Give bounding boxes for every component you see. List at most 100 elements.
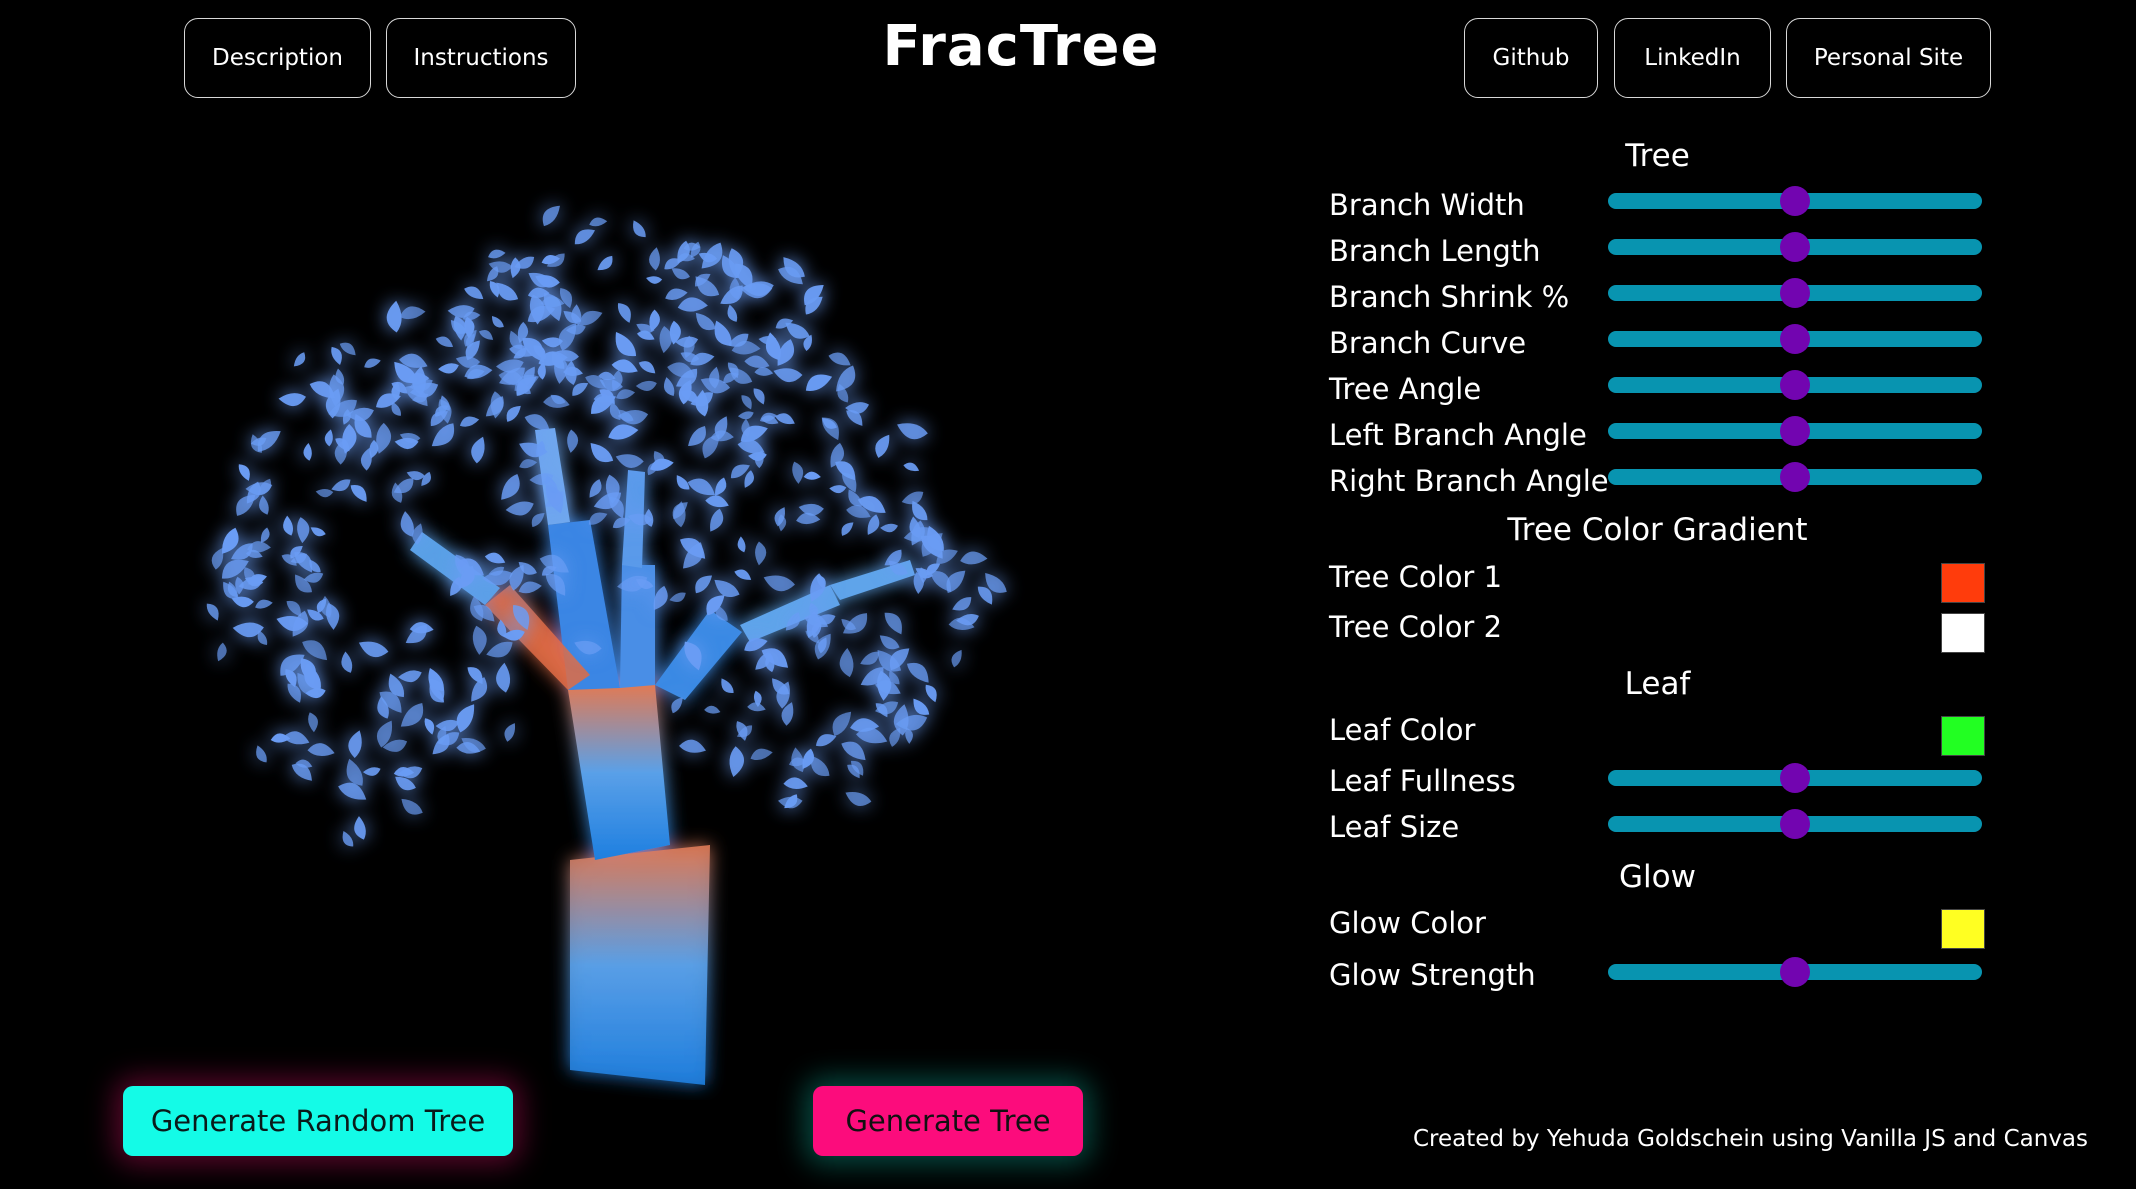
leaf — [464, 286, 484, 299]
leaf — [687, 478, 716, 496]
leaf-size-slider[interactable] — [1608, 809, 1982, 839]
leaf-fullness-label: Leaf Fullness — [1329, 764, 1516, 798]
leaf — [615, 454, 644, 468]
leaf-fullness-slider[interactable] — [1608, 763, 1982, 793]
leaf — [663, 377, 675, 396]
github-button[interactable]: Github — [1464, 18, 1598, 98]
leaf — [531, 513, 545, 528]
glow-strength-slider[interactable] — [1608, 957, 1982, 987]
tree-section-title: Tree — [1625, 138, 1690, 174]
leaf — [829, 485, 847, 494]
branch-curve-slider[interactable] — [1608, 324, 1982, 354]
slider-thumb[interactable] — [1780, 462, 1810, 492]
linkedin-button[interactable]: LinkedIn — [1614, 18, 1771, 98]
leaf — [303, 443, 312, 461]
leaf — [472, 625, 487, 655]
leaf — [398, 670, 422, 683]
leaf — [649, 247, 660, 271]
leaf — [821, 417, 839, 441]
leaf — [875, 434, 890, 458]
leaf — [617, 303, 631, 323]
leaf — [310, 527, 326, 537]
leaf-color-swatch[interactable] — [1941, 716, 1985, 756]
branch-shrink-slider[interactable] — [1608, 278, 1982, 308]
leaf — [283, 515, 293, 536]
leaf — [435, 336, 454, 347]
leaf — [542, 205, 560, 227]
leaf — [841, 522, 854, 536]
leaf — [925, 684, 937, 703]
leaf — [897, 423, 928, 440]
leaf — [496, 662, 511, 693]
generate-tree-button[interactable]: Generate Tree — [813, 1086, 1083, 1156]
glow-strength-label: Glow Strength — [1329, 958, 1536, 992]
leaf — [260, 527, 270, 543]
slider-thumb[interactable] — [1780, 278, 1810, 308]
leaf — [763, 575, 795, 592]
slider-thumb[interactable] — [1780, 370, 1810, 400]
leaf — [679, 739, 706, 753]
leaf — [293, 352, 306, 367]
tree-color-1-swatch[interactable] — [1941, 563, 1985, 603]
leaf — [903, 462, 920, 472]
leaf — [611, 359, 638, 373]
leaf — [399, 306, 426, 320]
tree-color-1-label: Tree Color 1 — [1329, 560, 1503, 594]
right-branch-angle-slider[interactable] — [1608, 462, 1982, 492]
leaf — [741, 395, 752, 410]
leaf — [960, 551, 988, 565]
leaf-size-label: Leaf Size — [1329, 810, 1460, 844]
personal-site-button[interactable]: Personal Site — [1786, 18, 1991, 98]
tree-angle-slider[interactable] — [1608, 370, 1982, 400]
leaf — [737, 536, 746, 553]
slider-thumb[interactable] — [1780, 232, 1810, 262]
slider-thumb[interactable] — [1780, 324, 1810, 354]
branch-length-slider[interactable] — [1608, 232, 1982, 262]
right-branch-angle-label: Right Branch Angle — [1329, 464, 1609, 498]
leaf — [558, 322, 577, 351]
leaf — [633, 220, 646, 238]
leaf — [589, 217, 608, 227]
leaf — [615, 332, 637, 357]
leaf — [297, 517, 310, 544]
glow-section-title: Glow — [1619, 859, 1696, 895]
slider-thumb[interactable] — [1780, 186, 1810, 216]
tree-branches — [410, 428, 915, 1085]
gradient-section-title: Tree Color Gradient — [1507, 512, 1808, 548]
leaf — [364, 358, 381, 368]
leaf — [755, 541, 767, 566]
slider-thumb[interactable] — [1780, 809, 1810, 839]
leaf — [590, 443, 614, 463]
leaf — [256, 745, 267, 763]
slider-thumb[interactable] — [1780, 957, 1810, 987]
slider-thumb[interactable] — [1780, 416, 1810, 446]
leaf — [438, 363, 459, 374]
leaf — [567, 429, 579, 453]
leaf — [308, 712, 318, 733]
leaf — [589, 479, 602, 498]
leaf-section-title: Leaf — [1624, 666, 1691, 702]
slider-thumb[interactable] — [1780, 763, 1810, 793]
leaf — [324, 429, 333, 447]
leaf — [456, 704, 475, 733]
leaf — [705, 495, 729, 508]
leaf — [646, 276, 663, 284]
leaf — [839, 648, 854, 678]
generate-random-tree-button[interactable]: Generate Random Tree — [123, 1086, 513, 1156]
branch-width-slider[interactable] — [1608, 186, 1982, 216]
leaf — [775, 413, 795, 425]
leaf — [721, 678, 734, 693]
leaf — [283, 731, 310, 745]
leaf — [906, 662, 929, 683]
glow-color-label: Glow Color — [1329, 906, 1486, 940]
glow-color-swatch[interactable] — [1941, 909, 1985, 949]
leaf — [362, 767, 381, 776]
branch-length-label: Branch Length — [1329, 234, 1541, 268]
leaf — [884, 612, 902, 635]
tree-color-2-swatch[interactable] — [1941, 613, 1985, 653]
leaf — [649, 309, 660, 332]
left-branch-angle-slider[interactable] — [1608, 416, 1982, 446]
leaf — [828, 352, 851, 366]
leaf — [302, 640, 328, 661]
leaf — [348, 730, 362, 758]
